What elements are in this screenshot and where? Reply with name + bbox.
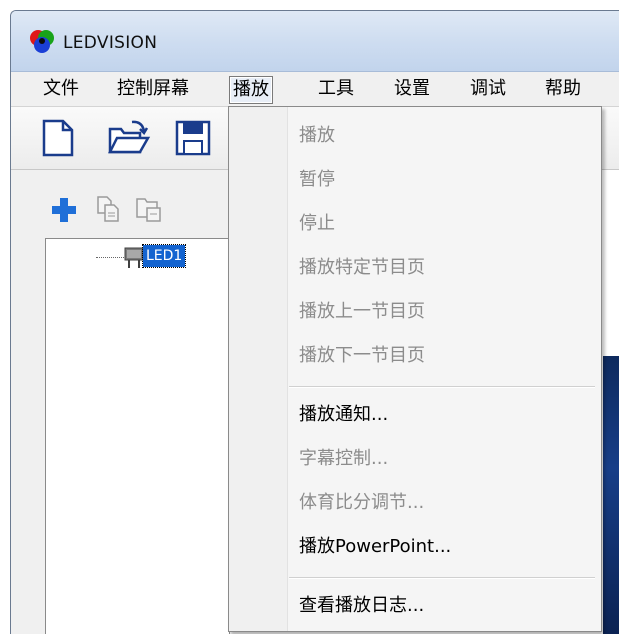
- menu-item-play-notice[interactable]: 播放通知...: [299, 400, 388, 430]
- menu-item-play-next-page[interactable]: 播放下一节目页: [299, 341, 425, 371]
- menu-icon-gutter: [229, 107, 288, 631]
- menu-item-view-play-log[interactable]: 查看播放日志...: [299, 591, 424, 621]
- add-icon[interactable]: [51, 197, 77, 223]
- copy-icon: [97, 196, 119, 222]
- new-document-icon[interactable]: [41, 119, 75, 157]
- menu-settings[interactable]: 设置: [392, 76, 432, 102]
- paste-icon: [136, 198, 161, 222]
- screen-tree: LED1: [45, 238, 230, 634]
- open-folder-icon[interactable]: [107, 119, 151, 157]
- app-title: LEDVISION: [63, 33, 158, 53]
- menu-debug[interactable]: 调试: [468, 76, 508, 102]
- menu-item-pause[interactable]: 暂停: [299, 165, 335, 195]
- led-screen-icon: [124, 247, 144, 268]
- menu-separator: [289, 386, 595, 388]
- menu-item-sports-score[interactable]: 体育比分调节...: [299, 488, 424, 518]
- menu-item-play-specific-page[interactable]: 播放特定节目页: [299, 253, 425, 283]
- menu-control-screen[interactable]: 控制屏幕: [115, 76, 191, 102]
- menu-play[interactable]: 播放: [229, 76, 273, 104]
- menu-tools[interactable]: 工具: [316, 76, 356, 102]
- save-icon[interactable]: [175, 119, 211, 157]
- menu-bar: 文件 控制屏幕 播放 工具 设置 调试 帮助: [11, 72, 619, 107]
- menu-file[interactable]: 文件: [41, 76, 81, 102]
- main-window: LEDVISION 文件 控制屏幕 播放 工具 设置 调试 帮助 LED1 播放…: [10, 10, 619, 634]
- menu-item-play-previous-page[interactable]: 播放上一节目页: [299, 297, 425, 327]
- menu-item-play[interactable]: 播放: [299, 121, 335, 151]
- menu-help[interactable]: 帮助: [543, 76, 583, 102]
- tree-node-led1[interactable]: LED1: [141, 244, 187, 268]
- menu-item-stop[interactable]: 停止: [299, 209, 335, 239]
- menu-item-play-powerpoint[interactable]: 播放PowerPoint...: [299, 532, 451, 562]
- play-menu-dropdown: 播放 暂停 停止 播放特定节目页 播放上一节目页 播放下一节目页 播放通知...…: [228, 106, 602, 632]
- menu-item-subtitle-control[interactable]: 字幕控制...: [299, 444, 388, 474]
- menu-separator: [289, 577, 595, 579]
- ledvision-logo-icon: [30, 30, 54, 53]
- title-bar: LEDVISION: [11, 11, 619, 72]
- screen-preview-edge: [603, 356, 619, 634]
